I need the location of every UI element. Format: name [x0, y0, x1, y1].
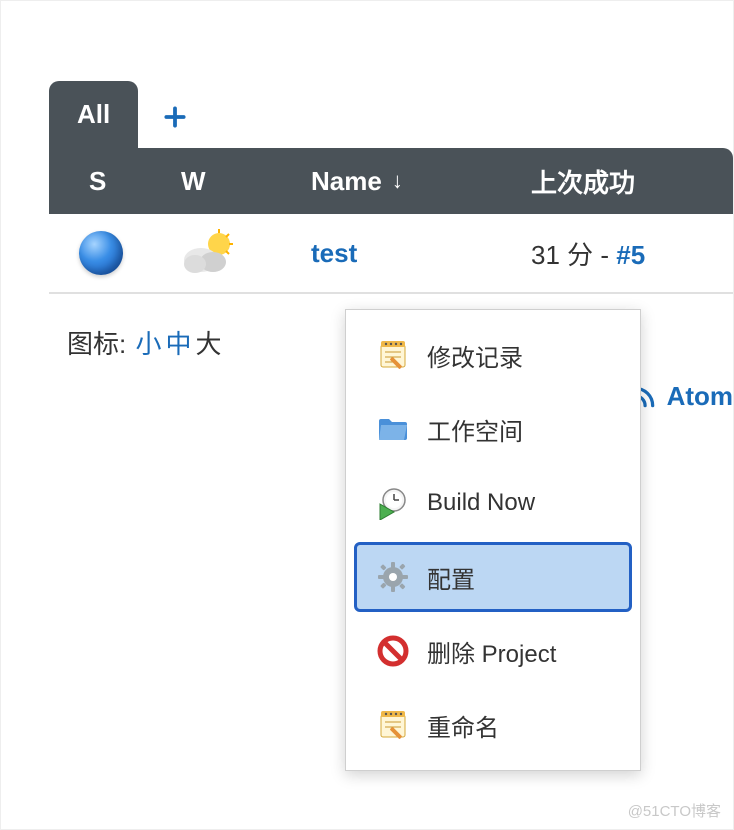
plus-icon [162, 104, 188, 130]
column-name-label: Name [311, 166, 382, 197]
column-status[interactable]: S [49, 166, 181, 197]
folder-icon [375, 411, 411, 447]
add-view-button[interactable] [138, 86, 212, 148]
last-success-build-link[interactable]: #5 [616, 240, 645, 270]
menu-label: 重命名 [427, 708, 499, 743]
menu-item-build-now[interactable]: Build Now [354, 468, 632, 538]
view-tabs: All [49, 81, 733, 148]
column-weather[interactable]: W [181, 166, 311, 197]
menu-item-workspace[interactable]: 工作空间 [354, 394, 632, 464]
menu-item-changes[interactable]: 修改记录 [354, 320, 632, 390]
job-table-header: S W Name ↓ 上次成功 [49, 148, 733, 214]
menu-item-rename[interactable]: 重命名 [354, 690, 632, 760]
column-last-success[interactable]: 上次成功 [531, 163, 733, 200]
icon-size-medium[interactable]: 中 [165, 324, 191, 361]
atom-label: Atom [667, 381, 733, 412]
menu-item-configure[interactable]: 配置 [354, 542, 632, 612]
icon-size-small[interactable]: 小 [135, 324, 161, 361]
job-row[interactable]: test 31 分 - #5 [49, 214, 733, 294]
tab-all[interactable]: All [49, 81, 138, 148]
notepad-icon [375, 337, 411, 373]
menu-label: 修改记录 [427, 338, 523, 373]
column-name[interactable]: Name ↓ [311, 166, 531, 197]
menu-item-delete[interactable]: 删除 Project [354, 616, 632, 686]
sort-down-icon: ↓ [392, 168, 403, 194]
watermark: @51CTO博客 [628, 800, 721, 821]
atom-feed-link[interactable]: Atom [631, 381, 733, 412]
menu-label: 删除 Project [427, 634, 556, 669]
weather-icon [181, 228, 237, 278]
menu-label: 工作空间 [427, 412, 523, 447]
job-context-menu: 修改记录 工作空间 Build Now [345, 309, 641, 771]
menu-label: Build Now [427, 489, 535, 517]
prohibit-icon [375, 633, 411, 669]
gear-icon [375, 559, 411, 595]
menu-label: 配置 [427, 560, 475, 595]
icon-size-large: 大 [196, 324, 222, 361]
last-success-time: 31 分 - [531, 240, 616, 270]
status-ball-icon [79, 231, 123, 275]
clock-play-icon [375, 485, 411, 521]
notepad-edit-icon [375, 707, 411, 743]
icon-size-label: 图标: [67, 324, 126, 361]
job-name-link[interactable]: test [311, 238, 357, 269]
